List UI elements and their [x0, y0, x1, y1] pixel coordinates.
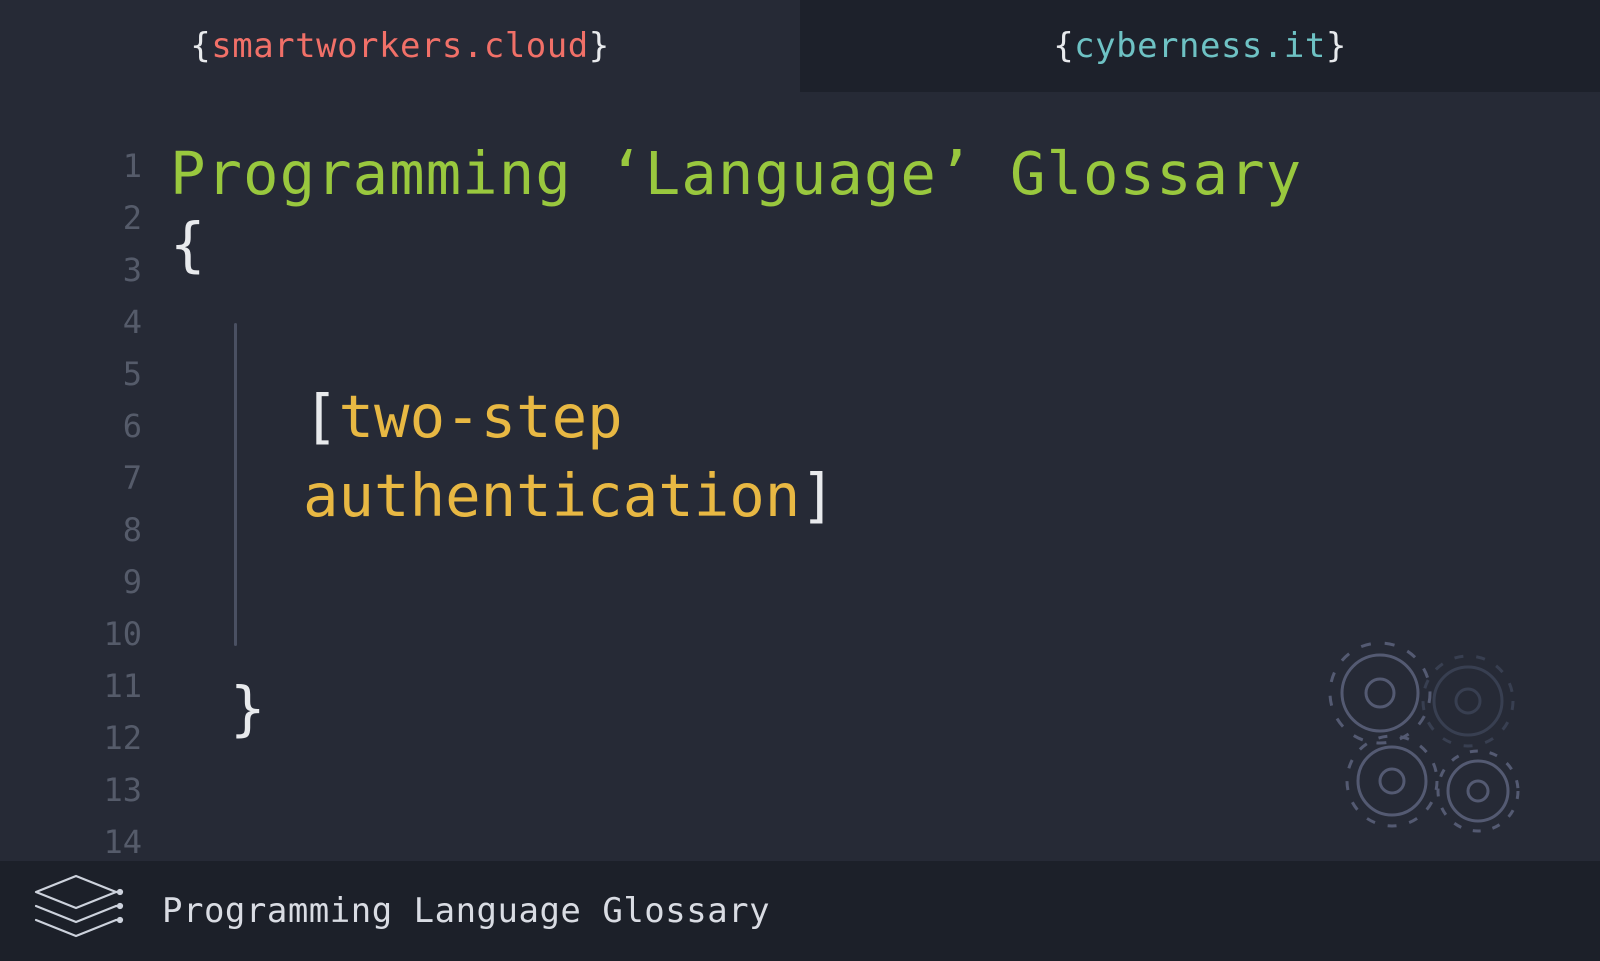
footer-label: Programming Language Glossary — [162, 891, 770, 931]
line-number: 2 — [0, 192, 142, 244]
tab-label: smartworkers.cloud — [211, 26, 588, 66]
brace-open: { — [190, 26, 211, 66]
tab-smartworkers[interactable]: {smartworkers.cloud} — [0, 0, 800, 92]
line-number: 7 — [0, 452, 142, 504]
code-editor: 1234567891011121314 Programming ‘Languag… — [0, 92, 1600, 861]
line-number: 11 — [0, 660, 142, 712]
line-number: 8 — [0, 504, 142, 556]
line-number: 1 — [0, 140, 142, 192]
indent-guide — [234, 323, 237, 646]
term-line-2: authentication — [303, 461, 800, 530]
line-number: 9 — [0, 556, 142, 608]
line-number-gutter: 1234567891011121314 — [0, 92, 170, 861]
brace-close: } — [589, 26, 610, 66]
main-layer: {smartworkers.cloud} {cyberness.it} 1234… — [0, 0, 1600, 861]
tab-bar: {smartworkers.cloud} {cyberness.it} — [0, 0, 1600, 92]
line-number: 6 — [0, 400, 142, 452]
term-block: [two-step authentication] — [170, 323, 1600, 646]
brace-close: } — [1326, 26, 1347, 66]
tab-cyberness[interactable]: {cyberness.it} — [800, 0, 1600, 92]
footer-bar: Programming Language Glossary — [0, 861, 1600, 961]
bracket-open: [ — [303, 382, 339, 451]
term-line-1: two-step — [339, 382, 623, 451]
line-number: 5 — [0, 348, 142, 400]
line-number: 13 — [0, 764, 142, 816]
line-number: 12 — [0, 712, 142, 764]
open-brace: { — [170, 210, 1600, 279]
line-number: 4 — [0, 296, 142, 348]
brace-open: { — [1053, 26, 1074, 66]
bracket-close: ] — [800, 461, 836, 530]
code-column: Programming ‘Language’ Glossary { [two-s… — [170, 92, 1600, 861]
gears-icon — [1308, 631, 1548, 841]
glossary-term: [two-step authentication] — [303, 323, 836, 646]
line-number: 3 — [0, 244, 142, 296]
line-number: 14 — [0, 816, 142, 868]
line-number: 10 — [0, 608, 142, 660]
tab-label: cyberness.it — [1074, 26, 1326, 66]
stack-icon — [28, 872, 124, 950]
page-title: Programming ‘Language’ Glossary — [170, 140, 1600, 208]
